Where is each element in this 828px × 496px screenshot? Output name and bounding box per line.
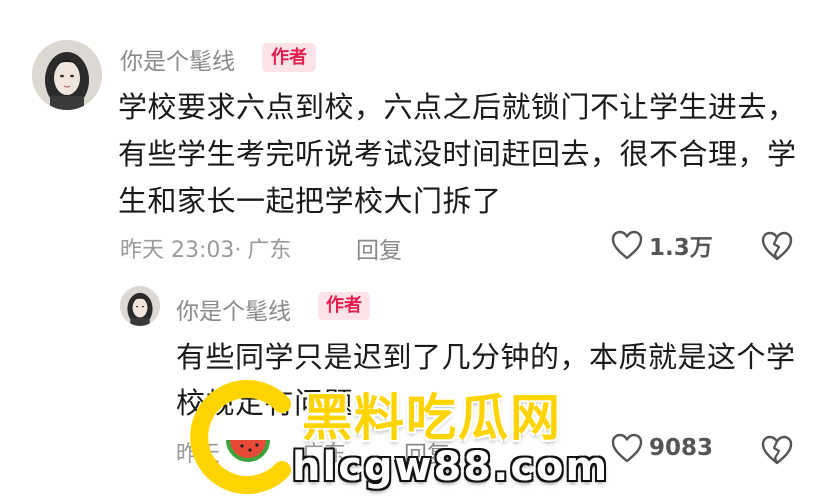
author-badge: 作者 [262, 43, 316, 72]
avatar[interactable] [120, 286, 160, 326]
comment-meta: 昨天 23:03· 广东 [120, 238, 292, 263]
like-button[interactable]: 9083 [610, 432, 713, 464]
avatar[interactable] [32, 40, 102, 110]
heart-icon [611, 433, 643, 463]
avatar-image [120, 286, 160, 326]
username[interactable]: 你是个髦线 [120, 42, 235, 76]
reply-button[interactable]: 回复 [356, 231, 402, 265]
broken-heart-icon [761, 231, 793, 261]
comment-item: 你是个髦线 作者 学校要求六点到校，六点之后就锁门不让学生进去，有些学生考完听说… [0, 0, 828, 270]
broken-heart-icon [761, 435, 793, 465]
like-button[interactable]: 1.3万 [610, 228, 713, 262]
comment-location: 广东 [247, 238, 292, 263]
watermark: 黑料吃瓜网 hlcgw88.com [190, 378, 610, 496]
comment-time: 昨天 23:03 [120, 238, 235, 263]
heart-icon [611, 230, 643, 260]
username[interactable]: 你是个髦线 [176, 292, 291, 326]
dislike-button[interactable] [760, 434, 794, 470]
comment-text: 学校要求六点到校，六点之后就锁门不让学生进去，有些学生考完听说考试没时间赶回去，… [118, 90, 797, 218]
watermark-logo [190, 380, 291, 494]
like-count: 9083 [649, 435, 714, 461]
author-badge: 作者 [318, 292, 370, 320]
watermark-title: 黑料吃瓜网 [302, 389, 562, 447]
like-count: 1.3万 [649, 235, 713, 261]
avatar-image [32, 40, 102, 110]
dislike-button[interactable] [760, 230, 794, 266]
watermark-url: hlcgw88.com [292, 444, 610, 490]
